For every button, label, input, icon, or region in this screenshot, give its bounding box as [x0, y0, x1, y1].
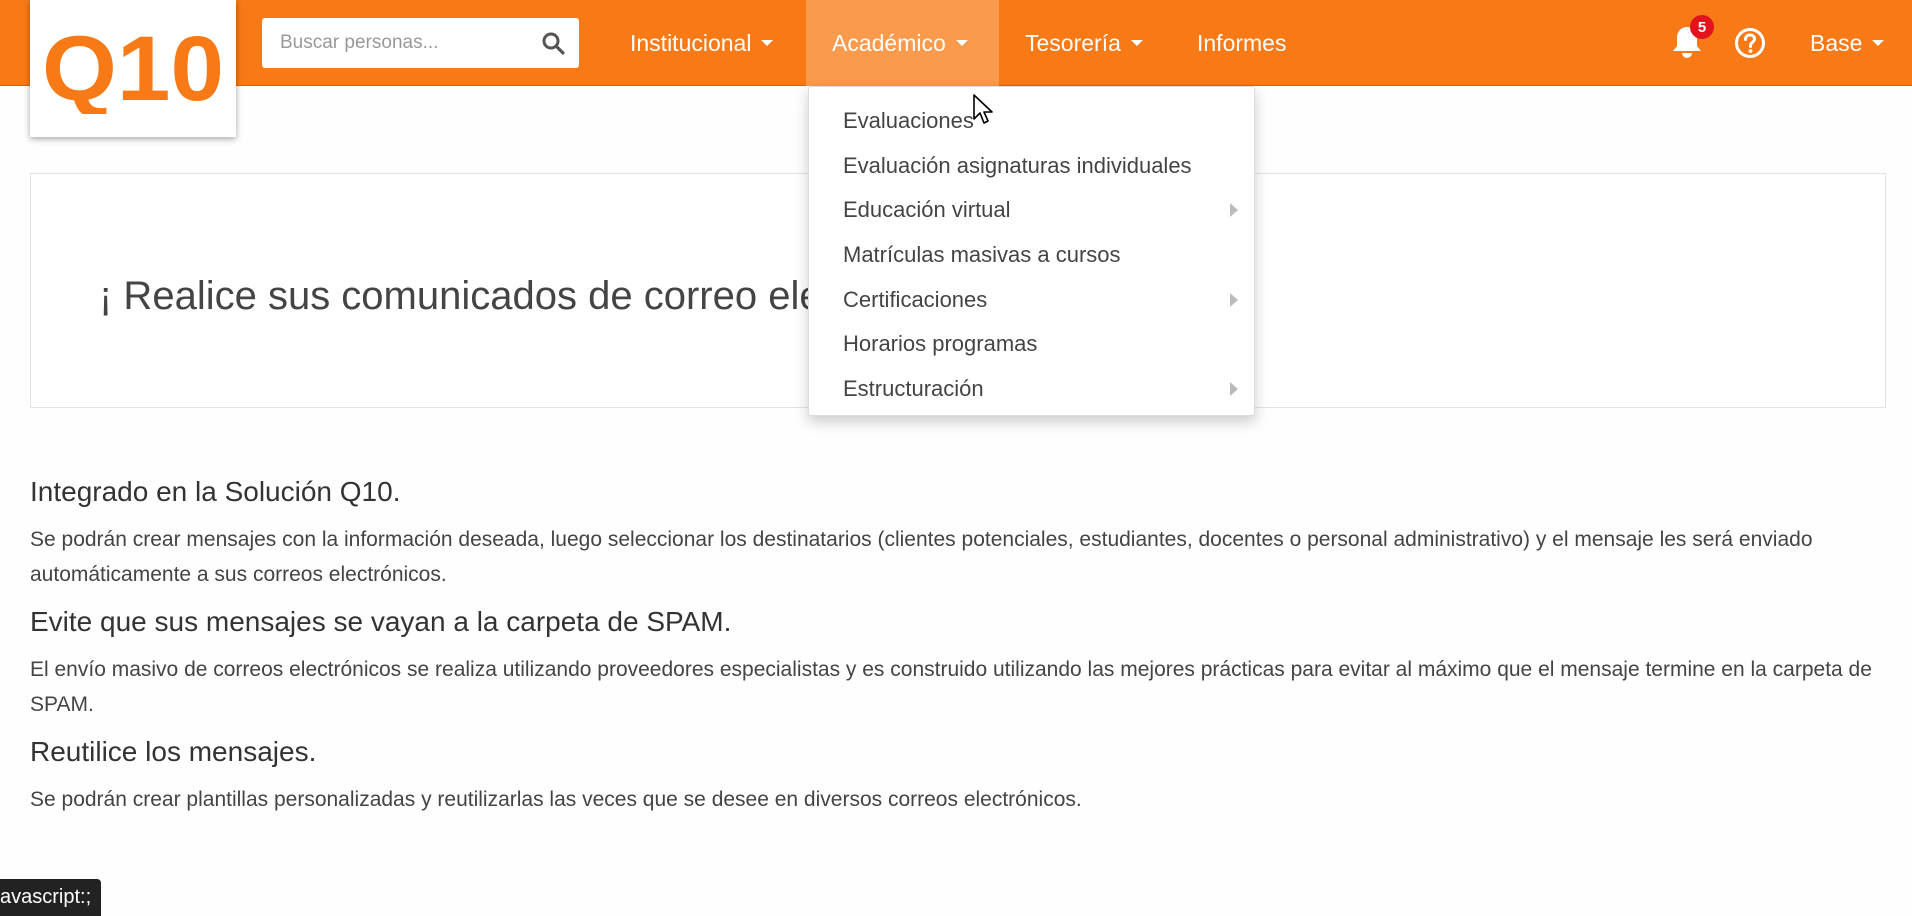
menu-item-label: Horarios programas [843, 331, 1038, 357]
menu-item-label: Certificaciones [843, 286, 988, 312]
nav-informes-label: Informes [1197, 29, 1287, 56]
search-icon[interactable] [541, 31, 565, 55]
submenu-arrow-icon [1230, 203, 1238, 218]
q10-logo: Q10 [42, 24, 224, 114]
nav-institucional-label: Institucional [630, 29, 752, 56]
nav-academico-label: Académico [832, 29, 946, 56]
user-menu[interactable]: Base [1810, 0, 1885, 86]
logo[interactable]: Q10 [30, 0, 236, 137]
section-body: El envío masivo de correos electrónicos … [30, 658, 1872, 716]
notification-badge: 5 [1690, 15, 1714, 39]
section-title: Integrado en la Solución Q10. [30, 476, 401, 507]
submenu-arrow-icon [1230, 292, 1238, 307]
caret-down-icon [1872, 40, 1885, 46]
caret-down-icon [1130, 40, 1143, 46]
nav-tesoreria[interactable]: Tesorería [999, 0, 1169, 86]
menu-item-educacion-virtual[interactable]: Educación virtual [809, 188, 1254, 233]
menu-item-label: Evaluaciones [843, 108, 974, 134]
caret-down-icon [761, 40, 774, 46]
status-bar: avascript:; [0, 879, 102, 916]
submenu-arrow-icon [1230, 381, 1238, 396]
nav-academico[interactable]: Académico [806, 0, 999, 86]
section-title: Reutilice los mensajes. [30, 736, 317, 767]
mouse-pointer-icon [973, 94, 993, 124]
search-box[interactable] [262, 18, 579, 68]
menu-item-label: Educación virtual [843, 197, 1011, 223]
menu-item-matriculas-masivas[interactable]: Matrículas masivas a cursos [809, 233, 1254, 278]
top-navbar: Institucional Académico Tesorería Inform… [0, 0, 1912, 86]
feature-list: Integrado en la Solución Q10. Se podrán … [30, 476, 1890, 831]
menu-item-estructuracion[interactable]: Estructuración [809, 367, 1254, 412]
search-input[interactable] [280, 32, 541, 54]
menu-item-evaluaciones[interactable]: Evaluaciones [809, 99, 1254, 144]
user-menu-label: Base [1810, 29, 1863, 56]
caret-down-icon [955, 40, 968, 46]
nav-informes[interactable]: Informes [1171, 0, 1312, 86]
menu-item-label: Matrículas masivas a cursos [843, 242, 1121, 268]
section-title: Evite que sus mensajes se vayan a la car… [30, 606, 732, 637]
nav-institucional[interactable]: Institucional [604, 0, 799, 86]
academico-dropdown-menu: Evaluaciones Evaluación asignaturas indi… [808, 86, 1255, 416]
status-bar-text: avascript:; [0, 886, 92, 908]
section-body: Se podrán crear mensajes con la informac… [30, 528, 1813, 586]
help-icon[interactable] [1734, 27, 1766, 59]
logo-text: Q10 [42, 24, 224, 114]
nav-tesoreria-label: Tesorería [1025, 29, 1121, 56]
menu-item-label: Evaluación asignaturas individuales [843, 152, 1192, 178]
menu-item-label: Estructuración [843, 375, 984, 401]
menu-item-evaluacion-asignaturas[interactable]: Evaluación asignaturas individuales [809, 144, 1254, 189]
menu-item-horarios-programas[interactable]: Horarios programas [809, 322, 1254, 367]
menu-item-certificaciones[interactable]: Certificaciones [809, 277, 1254, 322]
section-body: Se podrán crear plantillas personalizada… [30, 788, 1082, 811]
